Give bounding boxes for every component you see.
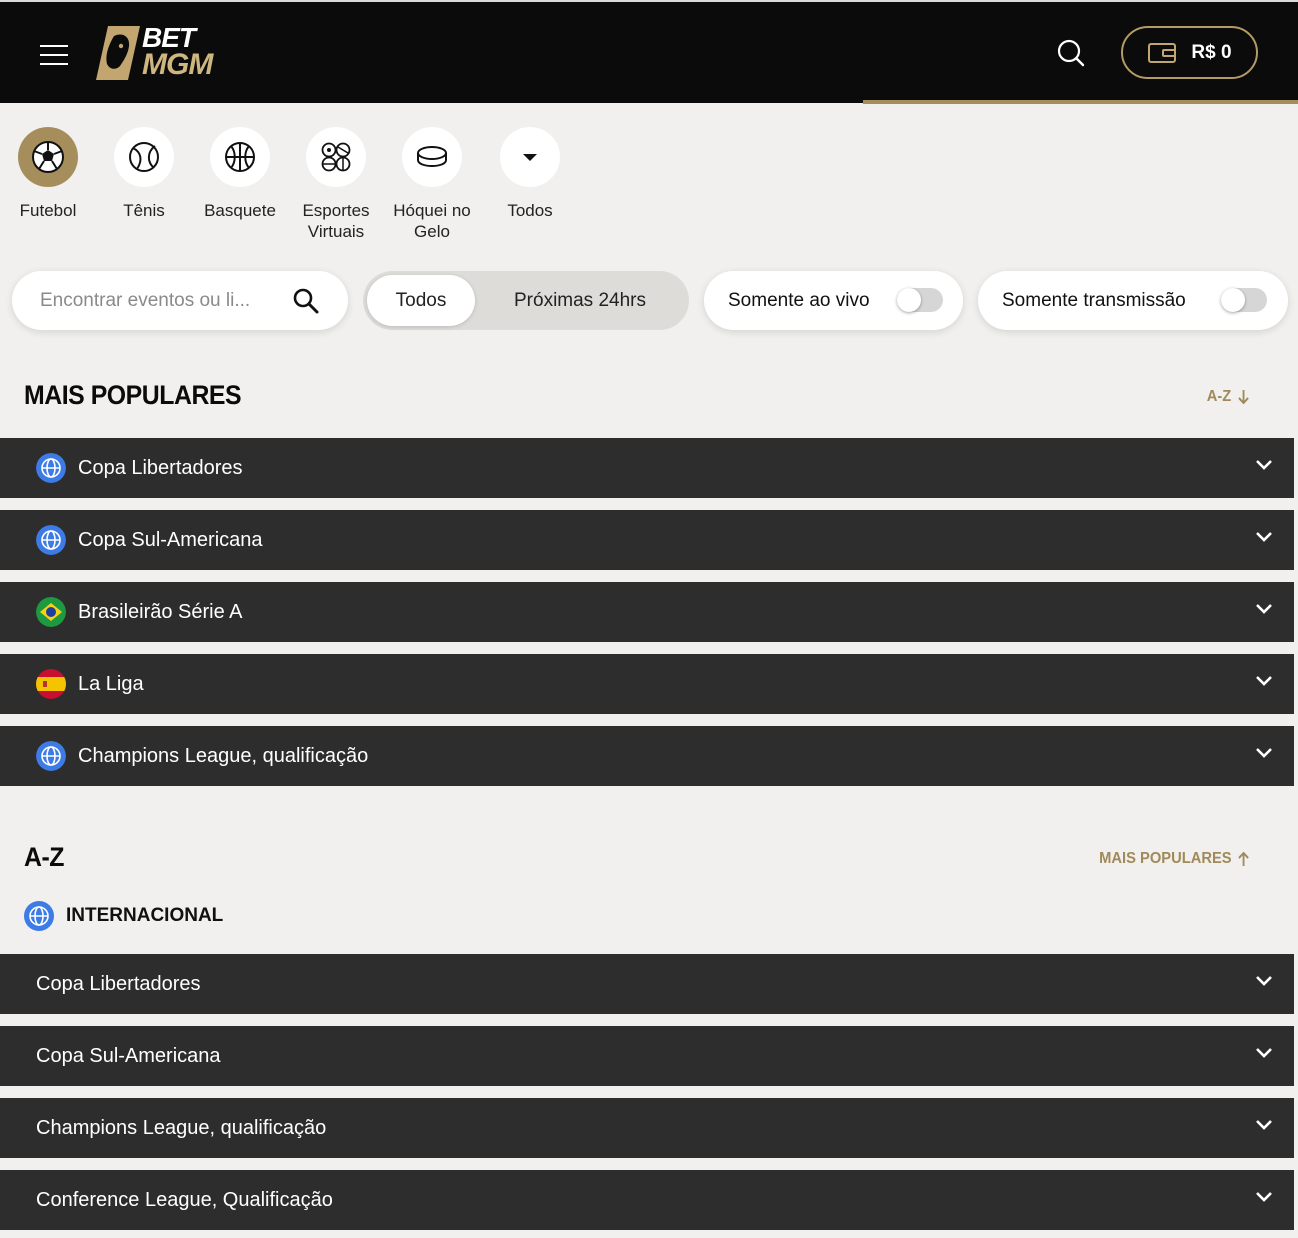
sport-label: Hóquei no Gelo [393,201,471,241]
globe-icon [36,525,66,555]
sport-label: Todos [507,201,553,220]
wallet-balance-button[interactable]: R$ 0 [1121,26,1258,79]
arrow-down-icon [1238,390,1249,405]
search-icon[interactable] [1052,34,1090,72]
globe-icon [36,453,66,483]
stream-only-toggle[interactable]: Somente transmissão [978,271,1288,330]
sport-esportes-virtuais[interactable]: Esportes Virtuais [288,127,384,242]
tennis-ball-icon [129,142,159,172]
region-header-internacional: INTERNACIONAL [24,901,223,931]
chevron-down-icon [1256,1048,1272,1058]
chevron-down-icon [1256,1120,1272,1130]
league-name: Copa Libertadores [36,972,201,995]
menu-icon[interactable] [36,40,72,70]
az-row-copa-sul-americana[interactable]: Copa Sul-Americana [0,1026,1294,1086]
league-name: Copa Libertadores [78,456,243,479]
az-row-copa-libertadores[interactable]: Copa Libertadores [0,954,1294,1014]
chevron-down-icon [1256,676,1272,686]
live-only-label: Somente ao vivo [728,289,870,311]
globe-icon [24,901,54,931]
globe-icon [36,741,66,771]
sport-label: Esportes Virtuais [302,201,370,241]
sport-futebol[interactable]: Futebol [0,127,96,221]
lion-logo-icon [96,26,140,80]
chevron-down-icon [1256,532,1272,542]
sport-hoquei-no-gelo[interactable]: Hóquei no Gelo [384,127,480,242]
sort-popular-label: MAIS POPULARES [1099,850,1232,867]
stream-only-label: Somente transmissão [1002,289,1186,311]
balance-amount: R$ 0 [1191,41,1232,63]
chevron-down-icon [1256,1192,1272,1202]
live-only-toggle[interactable]: Somente ao vivo [704,271,963,330]
top-header: BET MGM R$ 0 [0,0,1298,104]
league-row-copa-sul-americana[interactable]: Copa Sul-Americana [0,510,1294,570]
region-label: INTERNACIONAL [66,905,224,926]
brazil-flag-icon [36,597,66,627]
period-selector: Todos Próximas 24hrs [363,271,689,330]
league-name: La Liga [78,672,144,695]
basketball-icon [225,142,255,172]
league-name: Conference League, Qualificação [36,1188,333,1211]
chevron-down-icon [1256,604,1272,614]
caret-down-icon [523,154,537,161]
league-name: Copa Sul-Americana [36,1044,221,1067]
period-all-button[interactable]: Todos [367,275,475,326]
stream-only-switch[interactable] [1221,288,1267,312]
sort-popular-link[interactable]: MAIS POPULARES [1099,850,1250,868]
sort-az-link[interactable]: A-Z [1207,388,1250,406]
sport-label: Basquete [204,201,276,220]
sport-basquete[interactable]: Basquete [192,127,288,221]
wallet-icon [1148,42,1177,63]
sport-todos[interactable]: Todos [482,127,578,221]
hockey-puck-icon [417,146,447,168]
live-only-switch[interactable] [897,288,943,312]
chevron-down-icon [1256,460,1272,470]
az-section-title: A-Z [24,842,65,872]
league-row-champions-qualificacao[interactable]: Champions League, qualificação [0,726,1294,786]
az-row-champions-qualificacao[interactable]: Champions League, qualificação [0,1098,1294,1158]
logo-mgm-text: MGM [142,48,213,81]
league-name: Copa Sul-Americana [78,528,263,551]
sport-label: Futebol [19,201,77,220]
league-row-la-liga[interactable]: La Liga [0,654,1294,714]
league-row-copa-libertadores[interactable]: Copa Libertadores [0,438,1294,498]
event-search-box [12,271,348,330]
event-search-input[interactable] [40,289,280,312]
spain-flag-icon [36,669,66,699]
header-accent-line [863,100,1298,104]
arrow-up-icon [1238,851,1249,866]
league-row-brasileirao[interactable]: Brasileirão Série A [0,582,1294,642]
virtual-sports-icon [321,142,351,172]
league-name: Champions League, qualificação [78,744,369,767]
chevron-down-icon [1256,748,1272,758]
popular-section-title: MAIS POPULARES [24,380,242,410]
sort-az-label: A-Z [1207,388,1232,405]
soccer-ball-icon [32,141,64,173]
az-row-conference-qualificacao[interactable]: Conference League, Qualificação [0,1170,1294,1230]
sport-tenis[interactable]: Tênis [96,127,192,221]
league-name: Brasileirão Série A [78,600,243,623]
period-24h-button[interactable]: Próximas 24hrs [475,275,685,326]
search-icon[interactable] [292,287,320,315]
chevron-down-icon [1256,976,1272,986]
betmgm-logo[interactable]: BET MGM [94,22,218,82]
sport-label: Tênis [123,201,165,220]
league-name: Champions League, qualificação [36,1116,327,1139]
